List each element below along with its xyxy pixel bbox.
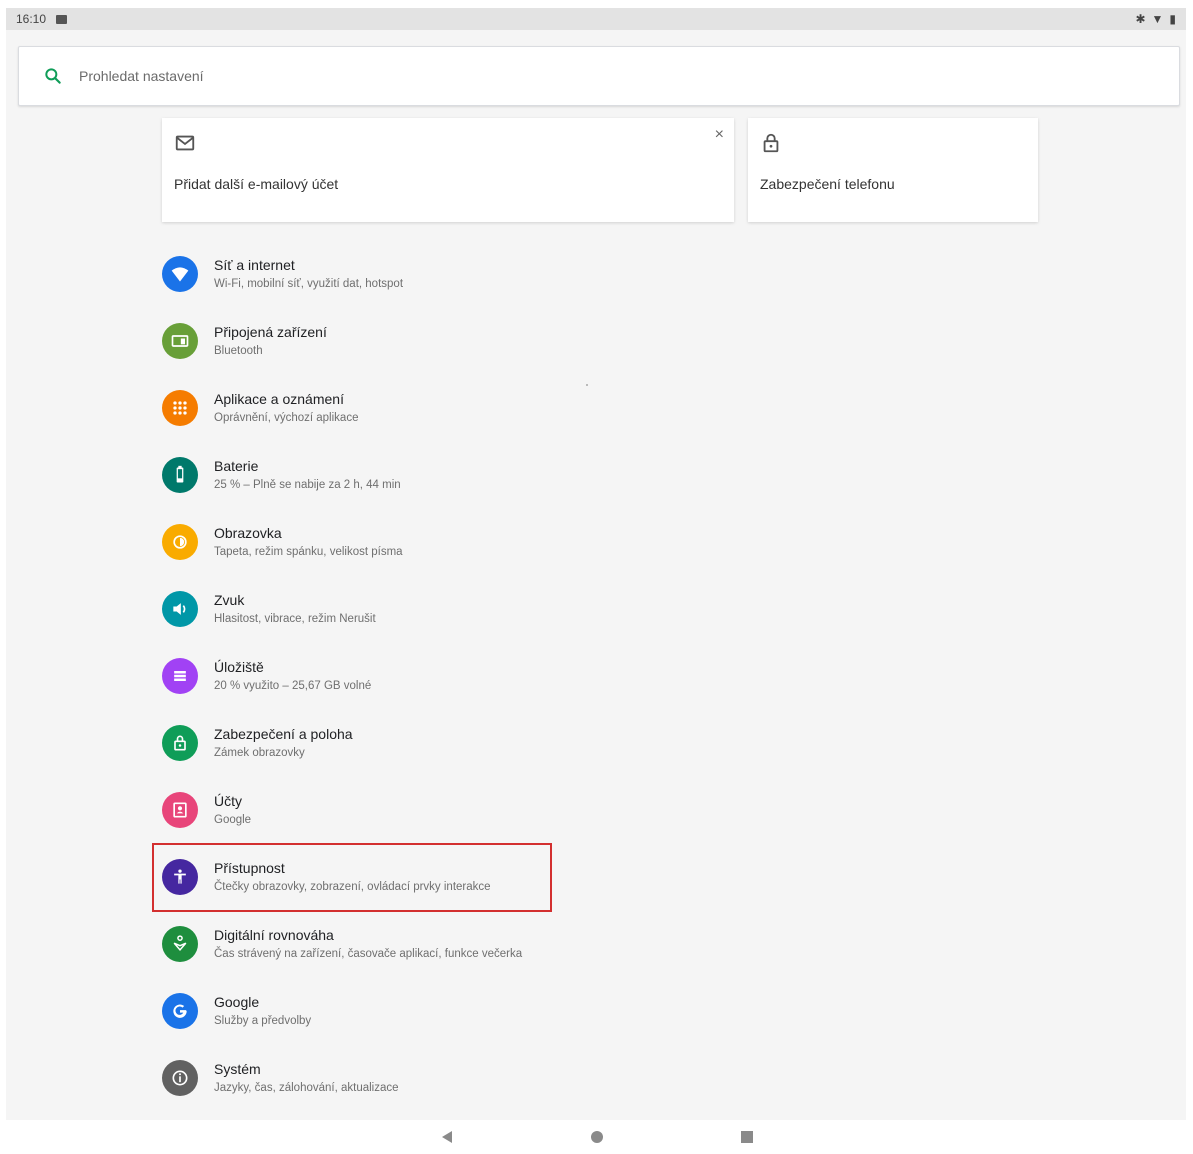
back-icon[interactable] (437, 1127, 457, 1147)
setting-title: Baterie (214, 458, 259, 474)
setting-google[interactable]: Google Služby a předvolby (160, 981, 760, 1048)
lock-icon (162, 725, 198, 761)
setting-connected-devices[interactable]: Připojená zařízení Bluetooth (160, 311, 760, 378)
volume-icon (162, 591, 198, 627)
setting-subtitle: Zámek obrazovky (214, 747, 305, 759)
setting-apps[interactable]: Aplikace a oznámení Oprávnění, výchozí a… (160, 378, 760, 445)
setting-security[interactable]: Zabezpečení a poloha Zámek obrazovky (160, 713, 760, 780)
setting-digital-wellbeing[interactable]: Digitální rovnováha Čas strávený na zaří… (160, 914, 760, 981)
brightness-icon (162, 524, 198, 560)
storage-icon (162, 658, 198, 694)
setting-title: Systém (214, 1061, 261, 1077)
battery-icon (162, 457, 198, 493)
wifi-icon (162, 256, 198, 292)
setting-subtitle: Google (214, 814, 252, 826)
setting-subtitle: Čas strávený na zařízení, časovače aplik… (214, 948, 523, 960)
setting-title: Digitální rovnováha (214, 927, 334, 943)
setting-subtitle: Jazyky, čas, zálohování, aktualizace (214, 1082, 399, 1094)
setting-subtitle: Služby a předvolby (214, 1015, 312, 1027)
setting-storage[interactable]: Úložiště 20 % využito – 25,67 GB volné (160, 646, 760, 713)
setting-title: Zabezpečení a poloha (214, 726, 353, 742)
setting-title: Zvuk (214, 592, 245, 608)
info-icon (162, 1060, 198, 1096)
setting-battery[interactable]: Baterie 25 % – Plně se nabije za 2 h, 44… (160, 445, 760, 512)
setting-title: Účty (214, 793, 242, 809)
accessibility-icon (162, 859, 198, 895)
setting-accounts[interactable]: Účty Google (160, 780, 760, 847)
wellbeing-icon (162, 926, 198, 962)
settings-list: Síť a internet Wi-Fi, mobilní síť, využi… (160, 244, 760, 1115)
setting-accessibility[interactable]: Přístupnost Čtečky obrazovky, zobrazení,… (160, 847, 760, 914)
suggestion-label: Přidat další e-mailový účet (174, 176, 339, 192)
suggestion-label: Zabezpečení telefonu (760, 176, 895, 192)
image-notification-icon (56, 14, 68, 24)
setting-subtitle: Čtečky obrazovky, zobrazení, ovládací pr… (214, 881, 491, 893)
bluetooth-icon: ✱ (1135, 12, 1146, 26)
google-icon (162, 993, 198, 1029)
setting-subtitle: Hlasitost, vibrace, režim Nerušit (214, 613, 376, 625)
setting-title: Obrazovka (214, 525, 282, 541)
setting-sound[interactable]: Zvuk Hlasitost, vibrace, režim Nerušit (160, 579, 760, 646)
status-bar: 16:10 ✱ ▼ ▮ (6, 8, 1186, 30)
setting-title: Úložiště (214, 659, 264, 675)
setting-subtitle: 20 % využito – 25,67 GB volné (214, 680, 372, 692)
search-icon (45, 68, 61, 84)
home-icon[interactable] (587, 1127, 607, 1147)
devices-icon (162, 323, 198, 359)
account-icon (162, 792, 198, 828)
search-input[interactable] (79, 68, 479, 84)
setting-display[interactable]: Obrazovka Tapeta, režim spánku, velikost… (160, 512, 760, 579)
setting-subtitle: Tapeta, režim spánku, velikost písma (214, 546, 403, 558)
search-bar[interactable] (18, 46, 1180, 106)
setting-title: Přístupnost (214, 860, 285, 876)
wifi-icon: ▼ (1151, 12, 1164, 26)
setting-system[interactable]: Systém Jazyky, čas, zálohování, aktualiz… (160, 1048, 760, 1115)
setting-subtitle: Bluetooth (214, 345, 263, 357)
setting-title: Aplikace a oznámení (214, 391, 344, 407)
suggestion-card-security[interactable]: Zabezpečení telefonu (748, 118, 1038, 222)
setting-subtitle: Oprávnění, výchozí aplikace (214, 412, 359, 424)
dismiss-button[interactable]: × (715, 126, 724, 144)
apps-icon (162, 390, 198, 426)
setting-subtitle: 25 % – Plně se nabije za 2 h, 44 min (214, 479, 401, 491)
lock-icon (763, 133, 779, 153)
suggestion-card-email[interactable]: × Přidat další e-mailový účet (162, 118, 734, 222)
navigation-bar (0, 1120, 1193, 1154)
setting-title: Google (214, 994, 260, 1010)
setting-title: Připojená zařízení (214, 324, 327, 340)
setting-title: Síť a internet (214, 257, 295, 273)
recents-icon[interactable] (737, 1127, 757, 1147)
email-icon (175, 135, 195, 151)
setting-network[interactable]: Síť a internet Wi-Fi, mobilní síť, využi… (160, 244, 760, 311)
battery-icon: ▮ (1169, 12, 1176, 26)
setting-subtitle: Wi-Fi, mobilní síť, využití dat, hotspot (214, 278, 404, 290)
status-time: 16:10 (16, 12, 47, 26)
